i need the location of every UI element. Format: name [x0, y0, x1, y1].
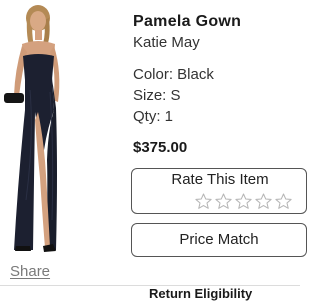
product-price: $375.00: [133, 139, 188, 156]
star-1-icon[interactable]: [194, 192, 213, 211]
product-image[interactable]: [0, 0, 128, 262]
product-qty: Qty: 1: [133, 108, 174, 125]
product-size: Size: S: [133, 87, 181, 104]
rate-item-panel[interactable]: Rate This Item: [131, 168, 307, 214]
product-name: Pamela Gown: [133, 13, 242, 30]
product-brand[interactable]: Katie May: [133, 34, 200, 51]
star-2-icon[interactable]: [214, 192, 233, 211]
rate-item-title: Rate This Item: [171, 171, 269, 188]
share-link[interactable]: Share: [10, 263, 50, 280]
product-color: Color: Black: [133, 66, 214, 83]
model-in-gown-image: [4, 5, 60, 252]
return-eligibility-link[interactable]: Return Eligibility: [149, 286, 252, 301]
price-match-button[interactable]: Price Match: [131, 223, 307, 257]
star-3-icon[interactable]: [234, 192, 253, 211]
star-rating[interactable]: [194, 192, 293, 211]
star-5-icon[interactable]: [274, 192, 293, 211]
star-4-icon[interactable]: [254, 192, 273, 211]
